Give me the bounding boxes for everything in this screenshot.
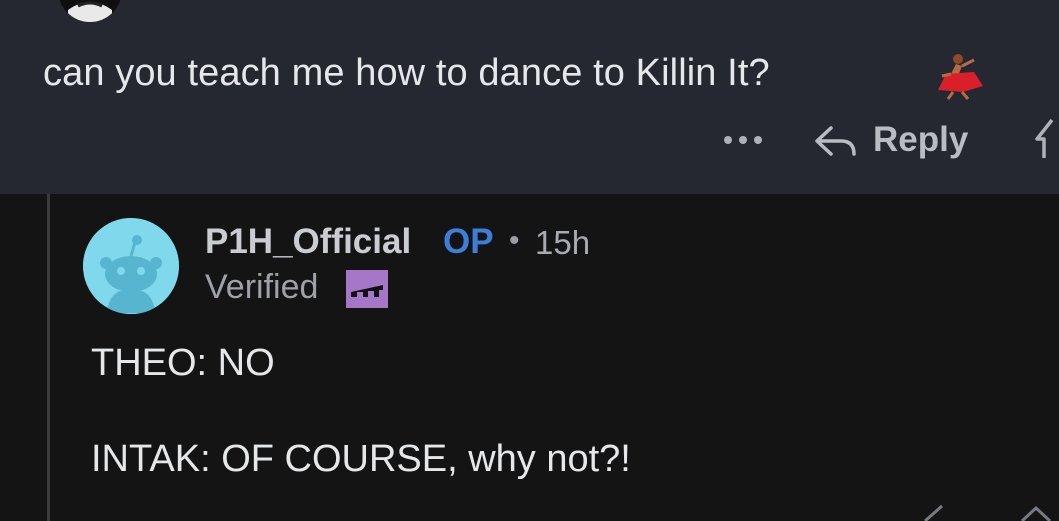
user-avatar[interactable]: [83, 218, 179, 314]
reply-button[interactable]: Reply: [813, 116, 968, 164]
parent-avatar[interactable]: [58, 0, 122, 22]
more-dots-icon[interactable]: [722, 130, 764, 150]
reddit-snoo-avatar-icon: [83, 218, 179, 314]
comment-body-line-1: THEO: NO: [91, 342, 275, 384]
upvote-arrow-icon[interactable]: [1034, 115, 1059, 165]
parent-avatar-icon: [59, 0, 121, 22]
reply-arrow-icon: [815, 126, 856, 156]
op-badge: OP: [443, 222, 494, 261]
comment-thread-view: can you teach me how to dance to Killin …: [0, 0, 1059, 521]
parent-comment: can you teach me how to dance to Killin …: [0, 0, 1059, 194]
comment-body-line-2: INTAK: OF COURSE, why not?!: [91, 438, 631, 480]
thread-line[interactable]: [47, 194, 50, 521]
username[interactable]: P1H_Official: [205, 222, 411, 262]
comment-action-icons-partial[interactable]: [920, 498, 1059, 521]
flair-badge-icon: [346, 270, 388, 308]
reply-label: Reply: [873, 120, 969, 159]
dancer-emoji-icon: [938, 54, 983, 100]
parent-comment-text: can you teach me how to dance to Killin …: [43, 52, 770, 94]
comment-timestamp: 15h: [535, 224, 591, 261]
verified-label: Verified: [205, 268, 319, 306]
meta-separator: •: [509, 224, 520, 257]
